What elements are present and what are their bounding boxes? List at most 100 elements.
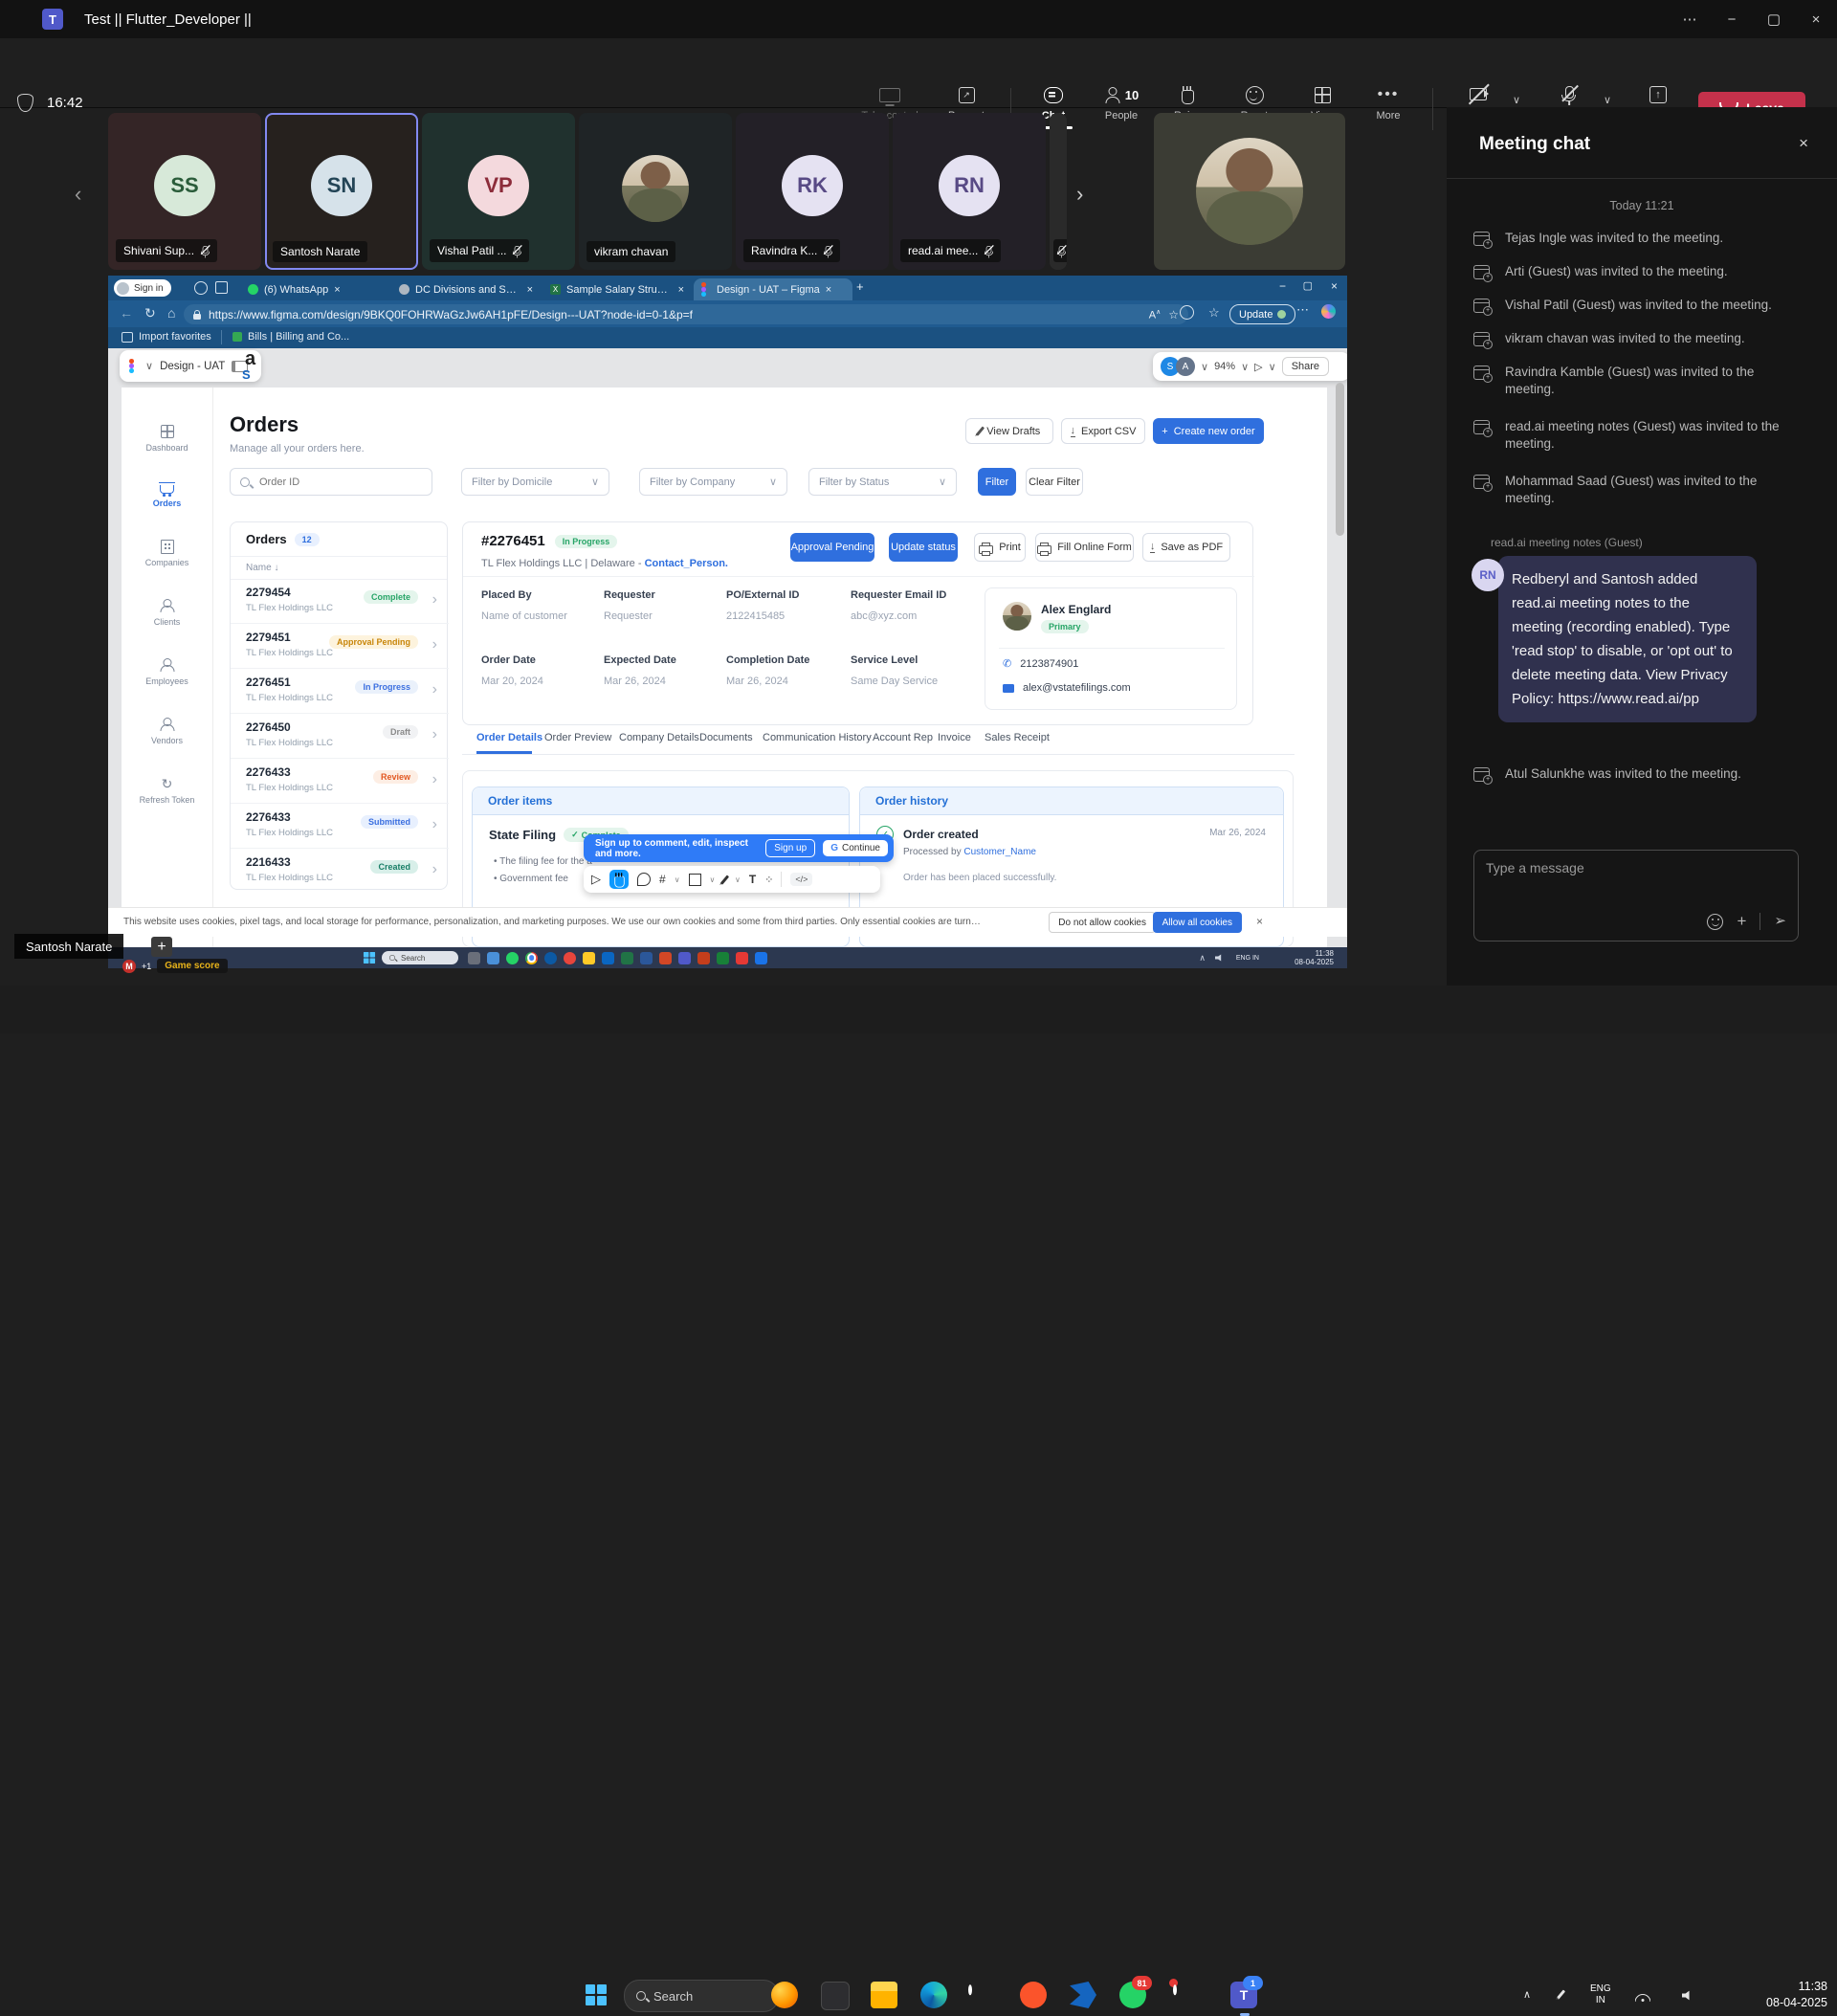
clear-filter-button[interactable]: Clear Filter (1026, 468, 1083, 496)
blue-app-icon[interactable] (1070, 1982, 1096, 2008)
favorites-bar-icon[interactable]: ☆ (1208, 305, 1220, 321)
brave-icon[interactable] (1020, 1982, 1047, 2008)
start-button[interactable] (586, 1984, 607, 2005)
send-icon[interactable]: ➢ (1774, 912, 1786, 929)
export-csv-button[interactable]: ↓Export CSV (1061, 418, 1145, 444)
present-icon[interactable]: ▷ (1254, 361, 1262, 373)
whatsapp-icon[interactable]: 81 (1119, 1982, 1146, 2008)
frame-tool-icon[interactable]: # (659, 873, 666, 886)
browser-close-icon[interactable]: × (1331, 279, 1338, 293)
mini-start-icon[interactable] (364, 952, 375, 964)
shape-tool-chevron-icon[interactable]: ∨ (710, 875, 716, 884)
approval-pending-button[interactable]: Approval Pending (790, 533, 874, 562)
browser-family-icon[interactable] (194, 281, 208, 295)
browser-tab-active[interactable]: Design - UAT – Figma× (694, 278, 852, 300)
figma-share-button[interactable]: Share (1282, 357, 1329, 376)
allow-cookies-button[interactable]: Allow all cookies (1153, 912, 1242, 933)
browser-tab[interactable]: (6) WhatsApp× (240, 278, 389, 300)
customer-name-link[interactable]: Customer_Name (963, 847, 1036, 857)
people-button[interactable]: 10 People (1087, 84, 1156, 122)
browser-menu-icon[interactable]: ⋯ (1296, 302, 1310, 318)
contact-person-link[interactable]: Contact_Person. (645, 558, 728, 569)
sidebar-item-vendors[interactable]: Vendors (122, 717, 212, 745)
chat-input-box[interactable]: + ➢ (1473, 850, 1799, 942)
order-row[interactable]: 2276433 TL Flex Holdings LLC Submitted › (231, 804, 449, 849)
tab-documents[interactable]: Documents (699, 732, 753, 743)
cookie-close-icon[interactable]: × (1256, 915, 1263, 928)
file-explorer-icon[interactable] (871, 1982, 897, 2008)
more-button[interactable]: ••• More (1354, 84, 1423, 122)
update-browser-button[interactable]: Update (1229, 304, 1295, 324)
update-status-button[interactable]: Update status (889, 533, 958, 562)
video-tile-spotlight[interactable] (1154, 113, 1345, 270)
firefox-icon[interactable] (771, 1982, 798, 2008)
browser-minimize-icon[interactable]: − (1279, 279, 1286, 293)
figma-logo-icon[interactable] (129, 359, 139, 373)
tab-order-details[interactable]: Order Details (476, 732, 542, 743)
sidebar-item-refresh-token[interactable]: ↻Refresh Token (122, 776, 212, 805)
video-tile[interactable]: SS Shivani Sup... (108, 113, 261, 270)
wifi-icon[interactable] (1635, 1993, 1650, 2002)
bookmark-import-favorites[interactable]: Import favorites (139, 331, 211, 343)
tab-communication-history[interactable]: Communication History (763, 732, 872, 743)
comment-tool-icon[interactable] (637, 873, 651, 886)
mini-volume-icon[interactable] (1215, 954, 1225, 962)
presenter-expand-button[interactable]: + (151, 937, 172, 957)
order-row[interactable]: 2276450 TL Flex Holdings LLC Draft › (231, 714, 449, 759)
sign-up-button[interactable]: Sign up (765, 839, 815, 857)
text-tool-icon[interactable]: T (749, 873, 756, 886)
browser-restore-icon[interactable]: ▢ (1303, 279, 1313, 292)
tab-close-icon[interactable]: × (334, 284, 340, 296)
address-bar[interactable]: https://www.figma.com/design/9BKQ0FOHRWa… (184, 304, 1188, 324)
pen-tool-chevron-icon[interactable]: ∨ (735, 875, 741, 884)
filter-status-select[interactable]: Filter by Status∨ (808, 468, 957, 496)
order-row[interactable]: 2279451 TL Flex Holdings LLC Approval Pe… (231, 624, 449, 669)
window-close-button[interactable]: × (1795, 0, 1837, 38)
hand-tool-icon-active[interactable] (609, 870, 629, 889)
read-aloud-icon[interactable]: A∧ (1149, 308, 1161, 321)
favorite-star-icon[interactable]: ☆ (1168, 308, 1179, 321)
tiles-scroll-right-icon[interactable]: › (1076, 182, 1083, 207)
sidebar-item-clients[interactable]: Clients (122, 598, 212, 627)
mini-language-indicator[interactable]: ENG IN (1236, 955, 1259, 962)
chat-message-bubble[interactable]: Redberyl and Santosh added read.ai meeti… (1498, 556, 1757, 722)
window-minimize-button[interactable]: − (1711, 0, 1753, 38)
emoji-icon[interactable] (1707, 914, 1723, 930)
tab-invoice[interactable]: Invoice (938, 732, 971, 743)
mini-tray-chevron-icon[interactable]: ∧ (1199, 953, 1206, 964)
filter-domicile-select[interactable]: Filter by Domicile∨ (461, 468, 609, 496)
deny-cookies-button[interactable]: Do not allow cookies (1049, 912, 1156, 933)
browser-essentials-icon[interactable] (1180, 305, 1194, 320)
mini-taskbar-apps[interactable] (468, 952, 767, 964)
create-new-order-button[interactable]: +Create new order (1153, 418, 1264, 444)
video-tile[interactable]: vikram chavan (579, 113, 732, 270)
tray-language-indicator[interactable]: ENGIN (1590, 1983, 1611, 2006)
tab-close-icon[interactable]: × (527, 284, 533, 296)
browser-tab[interactable]: DC Divisions and Surroundings× (391, 278, 541, 300)
browser-tab[interactable]: X Sample Salary Structure with calc× (542, 278, 692, 300)
volume-icon[interactable] (1682, 1990, 1694, 2001)
order-id-input[interactable] (257, 476, 405, 489)
copilot-icon[interactable] (1321, 304, 1336, 319)
order-row[interactable]: 2216433 TL Flex Holdings LLC Created › (231, 849, 449, 893)
refresh-icon[interactable]: ↻ (144, 305, 156, 321)
resources-tool-icon[interactable]: ⁘ (764, 874, 772, 886)
fill-online-form-button[interactable]: Fill Online Form (1035, 533, 1134, 562)
order-row[interactable]: 2276433 TL Flex Holdings LLC Review › (231, 759, 449, 804)
vertical-tabs-icon[interactable] (215, 281, 228, 294)
mic-options-chevron-icon[interactable]: ∨ (1604, 94, 1611, 106)
zoom-level[interactable]: 94% (1214, 361, 1235, 372)
canvas-scrollbar[interactable] (1336, 383, 1344, 536)
google-continue-button[interactable]: G Continue (823, 840, 888, 856)
sidebar-item-orders[interactable]: Orders (122, 479, 212, 508)
shape-tool-icon[interactable] (689, 874, 701, 886)
contact-email-row[interactable]: alex@vstatefilings.com (1003, 682, 1131, 694)
mini-clock[interactable]: 11:3808-04-2025 (1295, 949, 1334, 966)
dev-mode-icon[interactable]: </> (790, 873, 812, 886)
pen-tool-icon[interactable] (720, 875, 729, 884)
collaborators-chevron-icon[interactable]: ∨ (1201, 361, 1208, 373)
order-id-search[interactable] (230, 468, 432, 496)
collaborator-avatar[interactable]: A (1176, 357, 1195, 376)
figma-menu-chevron-icon[interactable]: ∨ (145, 360, 153, 372)
sidebar-item-companies[interactable]: Companies (122, 539, 212, 567)
